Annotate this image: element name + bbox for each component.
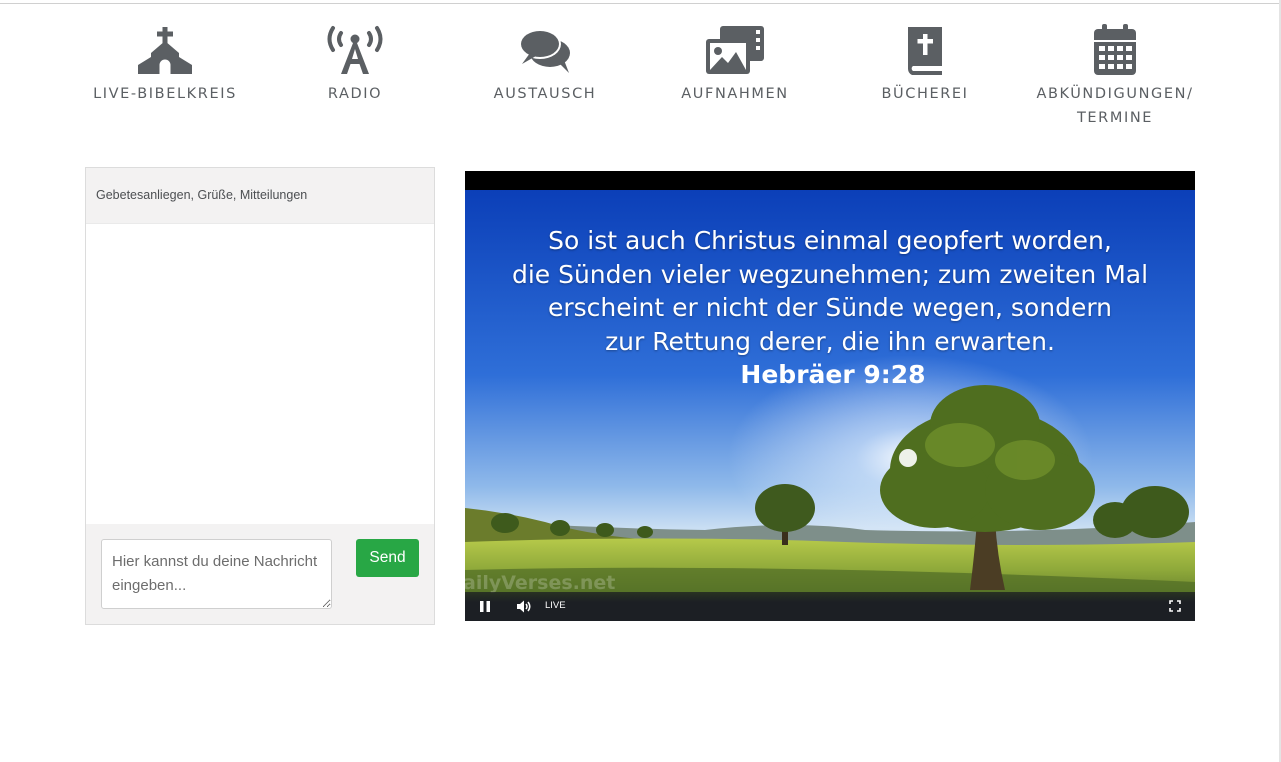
chat-header: Gebetesanliegen, Grüße, Mitteilungen bbox=[86, 168, 434, 224]
calendar-icon bbox=[1094, 24, 1136, 75]
nav-item-aufnahmen[interactable]: AUFNAHMEN bbox=[640, 24, 830, 106]
nav-label-austausch: AUSTAUSCH bbox=[493, 86, 597, 102]
nav-label-abkuendigungen-termine: ABKÜNDIGUNGEN/ TERMINE bbox=[1020, 82, 1210, 130]
video-controls-bar: LIVE bbox=[465, 592, 1195, 621]
verse-text: So ist auch Christus einmal geopfert wor… bbox=[465, 224, 1195, 358]
nav-label-radio: RADIO bbox=[327, 86, 383, 102]
nav-label-live-bibelkreis: LIVE-BIBELKREIS bbox=[93, 86, 237, 102]
verse-line: die Sünden vieler wegzunehmen; zum zweit… bbox=[511, 259, 1149, 289]
nav-item-radio[interactable]: RADIO bbox=[260, 24, 450, 106]
comments-icon bbox=[519, 29, 570, 73]
live-indicator: LIVE bbox=[545, 600, 566, 611]
video-player[interactable]: So ist auch Christus einmal geopfert wor… bbox=[465, 171, 1195, 621]
main-navigation: LIVE-BIBELKREIS RADIO AUSTAUSCH AUFNAHME… bbox=[60, 24, 1210, 144]
chat-footer: Send bbox=[86, 524, 434, 624]
nav-item-live-bibelkreis[interactable]: LIVE-BIBELKREIS bbox=[70, 24, 260, 106]
church-icon bbox=[138, 27, 192, 74]
verse-reference: Hebräer 9:28 bbox=[740, 360, 926, 389]
chat-messages-area[interactable] bbox=[86, 224, 434, 524]
verse-line: zur Rettung derer, die ihn erwarten. bbox=[605, 326, 1055, 356]
nav-label-aufnahmen: AUFNAHMEN bbox=[681, 86, 789, 102]
pause-icon[interactable] bbox=[479, 600, 491, 613]
watermark-text: ailyVerses.net bbox=[465, 572, 616, 594]
fullscreen-icon[interactable] bbox=[1169, 600, 1181, 612]
top-divider bbox=[0, 3, 1281, 4]
verse-line: So ist auch Christus einmal geopfert wor… bbox=[548, 226, 1112, 255]
photo-video-icon bbox=[706, 26, 764, 74]
nav-label-line-2: TERMINE bbox=[1076, 110, 1154, 126]
nav-label-line-1: ABKÜNDIGUNGEN/ bbox=[1036, 86, 1194, 102]
bible-icon bbox=[908, 27, 942, 75]
video-frame: So ist auch Christus einmal geopfert wor… bbox=[465, 190, 1195, 602]
nav-item-abkuendigungen-termine[interactable]: ABKÜNDIGUNGEN/ TERMINE bbox=[1020, 24, 1210, 130]
nav-item-buecherei[interactable]: BÜCHEREI bbox=[830, 24, 1020, 106]
send-button[interactable]: Send bbox=[356, 539, 419, 577]
chat-panel: Gebetesanliegen, Grüße, Mitteilungen Sen… bbox=[85, 167, 435, 625]
message-input[interactable] bbox=[101, 539, 332, 609]
volume-icon[interactable] bbox=[516, 599, 532, 614]
verse-line: erscheint er nicht der Sünde wegen, sond… bbox=[547, 293, 1113, 322]
nav-item-austausch[interactable]: AUSTAUSCH bbox=[450, 24, 640, 106]
nav-label-buecherei: BÜCHEREI bbox=[881, 86, 969, 102]
broadcast-tower-icon bbox=[327, 26, 383, 74]
